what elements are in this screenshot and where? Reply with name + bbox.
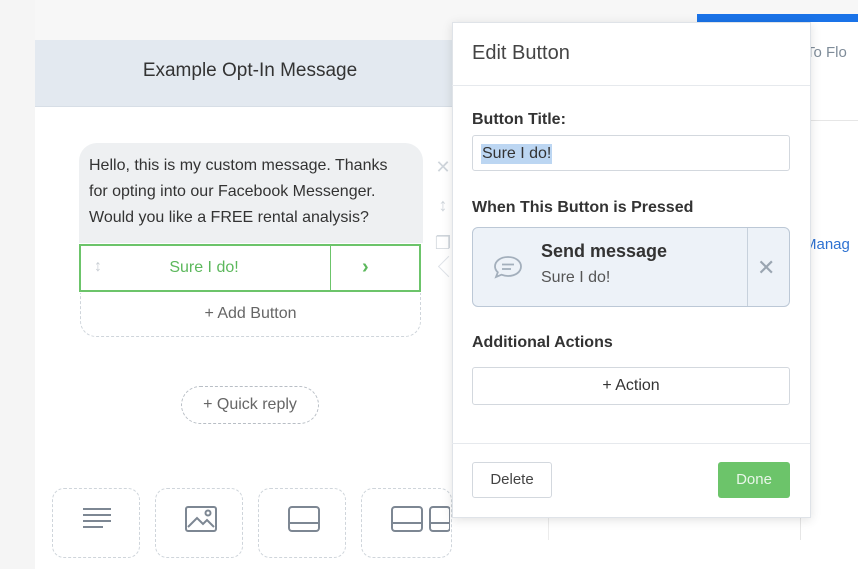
additional-actions-label: Additional Actions xyxy=(472,334,613,351)
text-block-icon xyxy=(83,508,111,528)
reorder-icon[interactable]: ↕ xyxy=(433,186,453,224)
add-action-button[interactable]: + Action xyxy=(472,367,790,405)
add-image-block[interactable] xyxy=(155,488,243,558)
add-text-block[interactable] xyxy=(52,488,140,558)
button-divider xyxy=(330,246,331,290)
add-card-block[interactable] xyxy=(258,488,346,558)
done-button[interactable]: Done xyxy=(718,462,790,498)
action-divider xyxy=(747,228,748,306)
button-title-label: Button Title: xyxy=(472,111,566,128)
top-accent-bar xyxy=(697,14,858,22)
add-button[interactable]: + Add Button xyxy=(80,293,421,337)
background-flow-label: To Flo xyxy=(806,44,847,61)
quick-reply-button[interactable]: + Quick reply xyxy=(181,386,319,424)
panel-divider xyxy=(452,85,810,86)
canvas-left-gutter xyxy=(0,0,35,569)
when-pressed-label: When This Button is Pressed xyxy=(472,199,694,216)
card-title: Example Opt-In Message xyxy=(142,60,358,81)
image-icon xyxy=(185,506,217,532)
add-gallery-block[interactable] xyxy=(361,488,452,558)
panel-footer-divider xyxy=(452,443,810,444)
gallery-icon xyxy=(391,506,450,532)
card-icon xyxy=(288,506,320,532)
chevron-right-icon[interactable]: › xyxy=(362,256,369,279)
close-icon[interactable]: ✕ xyxy=(433,148,453,186)
message-button-label[interactable]: Sure I do! xyxy=(79,259,329,277)
bubble-side-tools: ✕ ↕ ❐ xyxy=(433,148,453,262)
close-icon[interactable]: ✕ xyxy=(757,255,775,281)
message-icon xyxy=(493,254,523,285)
delete-button[interactable]: Delete xyxy=(472,462,552,498)
action-title: Send message xyxy=(541,241,668,261)
button-title-value[interactable]: Sure I do! xyxy=(481,144,553,164)
copy-icon[interactable]: ❐ xyxy=(433,224,453,262)
message-text[interactable]: Hello, this is my custom message. Thanks… xyxy=(89,153,419,231)
action-subtitle: Sure I do! xyxy=(541,269,611,286)
panel-title: Edit Button xyxy=(472,42,570,64)
